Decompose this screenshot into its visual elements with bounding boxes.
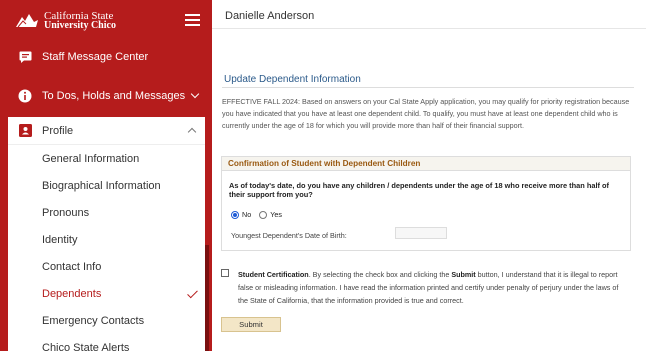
main-content: Danielle Anderson Update Dependent Infor… <box>212 0 646 351</box>
brand-line2: University Chico <box>44 20 116 31</box>
certification-text-a: . By selecting the check box and clickin… <box>308 270 452 279</box>
sidebar: California State University Chico Staff … <box>0 0 212 351</box>
certification-submit-word: Submit <box>451 270 476 279</box>
dependent-radio-group: No Yes <box>231 210 290 219</box>
sub-item-label: Contact Info <box>42 260 102 273</box>
sidebar-item-todos-holds-messages[interactable]: To Dos, Holds and Messages <box>0 82 212 110</box>
divider <box>212 28 646 29</box>
message-icon <box>18 50 32 64</box>
radio-no-label[interactable]: No <box>242 210 251 219</box>
sidebar-item-chico-state-alerts[interactable]: Chico State Alerts <box>8 334 205 351</box>
certification-text: Student Certification. By selecting the … <box>238 268 630 307</box>
dob-label: Youngest Dependent's Date of Birth: <box>231 231 347 240</box>
brand-header: California State University Chico <box>0 0 212 42</box>
hamburger-menu-icon[interactable] <box>185 14 200 26</box>
radio-yes[interactable] <box>259 210 268 219</box>
university-logo-icon <box>14 11 40 31</box>
sidebar-item-label: To Dos, Holds and Messages <box>42 90 186 102</box>
sub-item-label: Dependents <box>42 287 102 300</box>
sub-item-label: Pronouns <box>42 206 90 219</box>
submit-button[interactable]: Submit <box>221 317 281 332</box>
sidebar-item-label: Profile <box>42 124 74 137</box>
radio-yes-label[interactable]: Yes <box>270 210 282 219</box>
certification-checkbox[interactable] <box>221 269 229 277</box>
sidebar-item-identity[interactable]: Identity <box>8 226 205 253</box>
divider <box>222 87 634 88</box>
sidebar-item-contact-info[interactable]: Contact Info <box>8 253 205 280</box>
info-icon <box>18 89 32 103</box>
sub-item-label: Emergency Contacts <box>42 314 145 327</box>
user-name: Danielle Anderson <box>225 10 315 22</box>
brand-name[interactable]: California State University Chico <box>44 11 116 31</box>
sub-item-label: General Information <box>42 152 140 165</box>
chevron-down-icon[interactable] <box>190 89 200 99</box>
profile-card-icon <box>18 124 32 138</box>
section-heading: Confirmation of Student with Dependent C… <box>222 157 630 171</box>
dependent-confirmation-panel: Confirmation of Student with Dependent C… <box>221 156 631 251</box>
sidebar-item-staff-message-center[interactable]: Staff Message Center <box>0 43 212 71</box>
sidebar-item-general-information[interactable]: General Information <box>8 145 205 172</box>
sidebar-item-emergency-contacts[interactable]: Emergency Contacts <box>8 307 205 334</box>
chevron-up-icon[interactable] <box>187 127 197 137</box>
sidebar-item-pronouns[interactable]: Pronouns <box>8 199 205 226</box>
radio-no[interactable] <box>231 210 239 219</box>
certification-lead: Student Certification <box>238 270 309 279</box>
sidebar-item-label: Staff Message Center <box>42 51 149 63</box>
profile-submenu: Profile General Information Biographical… <box>8 117 205 351</box>
sidebar-item-biographical-information[interactable]: Biographical Information <box>8 172 205 199</box>
dependent-question: As of today's date, do you have any chil… <box>229 181 609 199</box>
sub-item-label: Identity <box>42 233 78 246</box>
sidebar-item-dependents[interactable]: Dependents <box>8 280 205 307</box>
intro-text: EFFECTIVE FALL 2024: Based on answers on… <box>222 97 630 130</box>
sidebar-scrollbar[interactable] <box>205 245 209 351</box>
page-title: Update Dependent Information <box>224 74 361 85</box>
sidebar-item-profile[interactable]: Profile <box>8 117 205 145</box>
sub-item-label: Chico State Alerts <box>42 341 130 351</box>
sub-item-label: Biographical Information <box>42 179 161 192</box>
dob-input[interactable] <box>395 227 447 239</box>
checkmark-icon <box>187 287 198 299</box>
